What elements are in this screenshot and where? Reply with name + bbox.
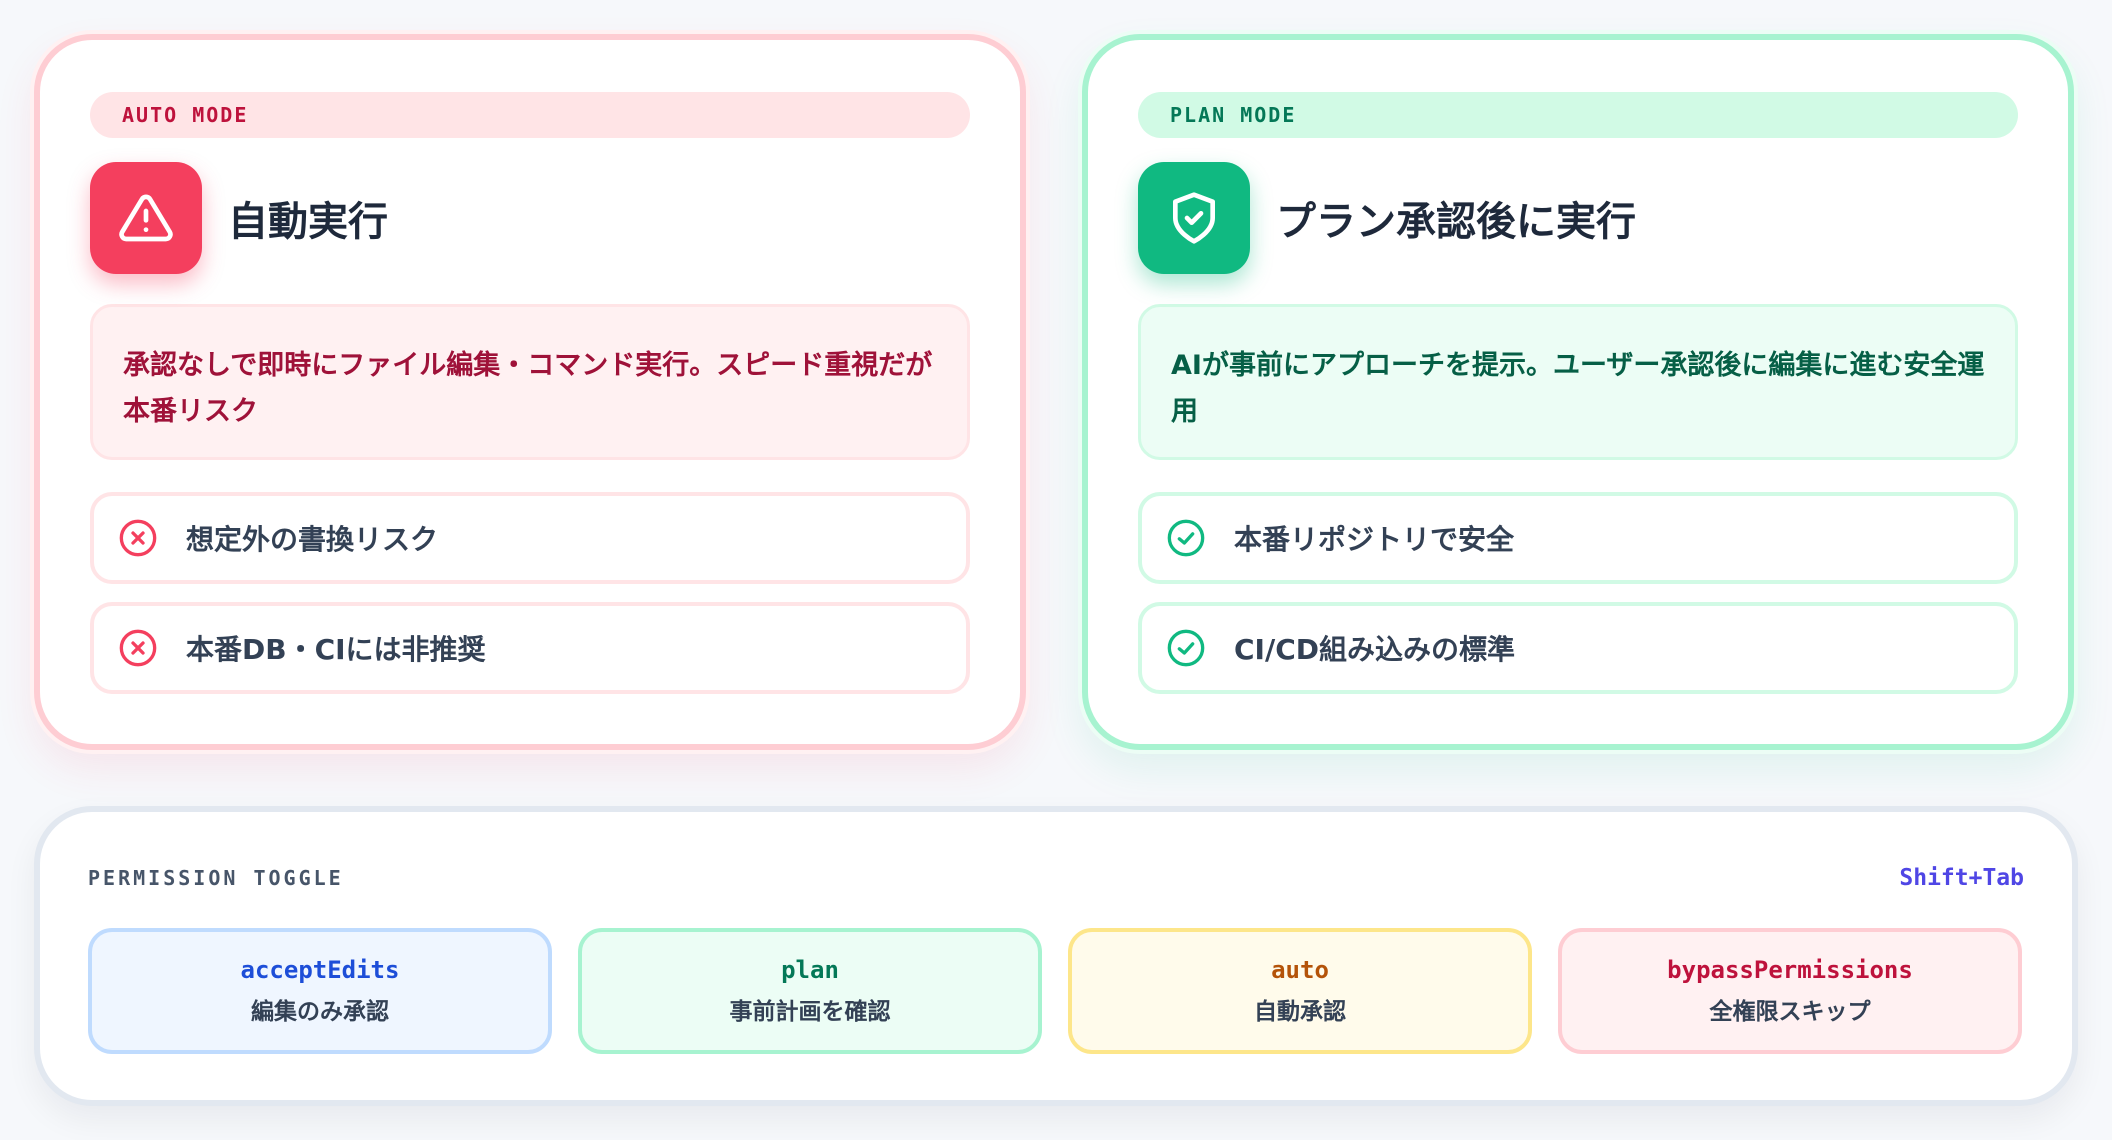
plan-mode-card: PLAN MODE プラン承認後に実行 AIが事前にアプローチを提示。ユーザー承… [1082,34,2074,750]
option-description: 編集のみ承認 [251,999,389,1025]
plan-mode-title-row: プラン承認後に実行 [1138,162,2018,274]
auto-mode-title-row: 自動実行 [90,162,970,274]
option-name: auto [1271,956,1329,984]
option-description: 事前計画を確認 [729,999,891,1025]
auto-mode-point-label: 本番DB・CIには非推奨 [186,633,486,666]
option-name: bypassPermissions [1667,956,1913,984]
permission-option-auto[interactable]: auto 自動承認 [1068,928,1532,1054]
plan-mode-point: CI/CD組み込みの標準 [1138,602,2018,694]
check-circle-icon [1166,518,1206,558]
auto-mode-description: 承認なしで即時にファイル編集・コマンド実行。スピード重視だが本番リスク [90,304,970,460]
mode-comparison-page: AUTO MODE 自動実行 承認なしで即時にファイル編集・コマンド実行。スピー… [0,0,2112,1140]
plan-mode-point: 本番リポジトリで安全 [1138,492,2018,584]
option-description: 自動承認 [1254,999,1346,1025]
permission-toggle-header: PERMISSION TOGGLE Shift+Tab [88,812,2024,928]
auto-mode-point: 想定外の書換リスク [90,492,970,584]
shield-check-icon [1138,162,1250,274]
auto-mode-point-label: 想定外の書換リスク [186,523,439,556]
permission-toggle-panel: PERMISSION TOGGLE Shift+Tab acceptEdits … [34,806,2078,1106]
permission-option-plan[interactable]: plan 事前計画を確認 [578,928,1042,1054]
keyboard-shortcut: Shift+Tab [1899,865,2024,891]
check-circle-icon [1166,628,1206,668]
option-description: 全権限スキップ [1709,999,1871,1025]
plan-mode-point-label: CI/CD組み込みの標準 [1234,633,1515,666]
auto-mode-point: 本番DB・CIには非推奨 [90,602,970,694]
plan-mode-tag: PLAN MODE [1138,92,2018,138]
permission-toggle-label: PERMISSION TOGGLE [88,866,344,890]
permission-option-bypass-permissions[interactable]: bypassPermissions 全権限スキップ [1558,928,2022,1054]
option-name: acceptEdits [240,956,400,984]
permission-options: acceptEdits 編集のみ承認 plan 事前計画を確認 auto 自動承… [88,928,2024,1054]
auto-mode-tag: AUTO MODE [90,92,970,138]
x-circle-icon [118,628,158,668]
plan-mode-description: AIが事前にアプローチを提示。ユーザー承認後に編集に進む安全運用 [1138,304,2018,460]
x-circle-icon [118,518,158,558]
auto-mode-card: AUTO MODE 自動実行 承認なしで即時にファイル編集・コマンド実行。スピー… [34,34,1026,750]
permission-option-accept-edits[interactable]: acceptEdits 編集のみ承認 [88,928,552,1054]
plan-mode-title: プラン承認後に実行 [1276,199,1636,245]
warning-triangle-icon [90,162,202,274]
plan-mode-point-label: 本番リポジトリで安全 [1234,523,1515,556]
auto-mode-title: 自動実行 [228,199,388,245]
option-name: plan [781,956,839,984]
